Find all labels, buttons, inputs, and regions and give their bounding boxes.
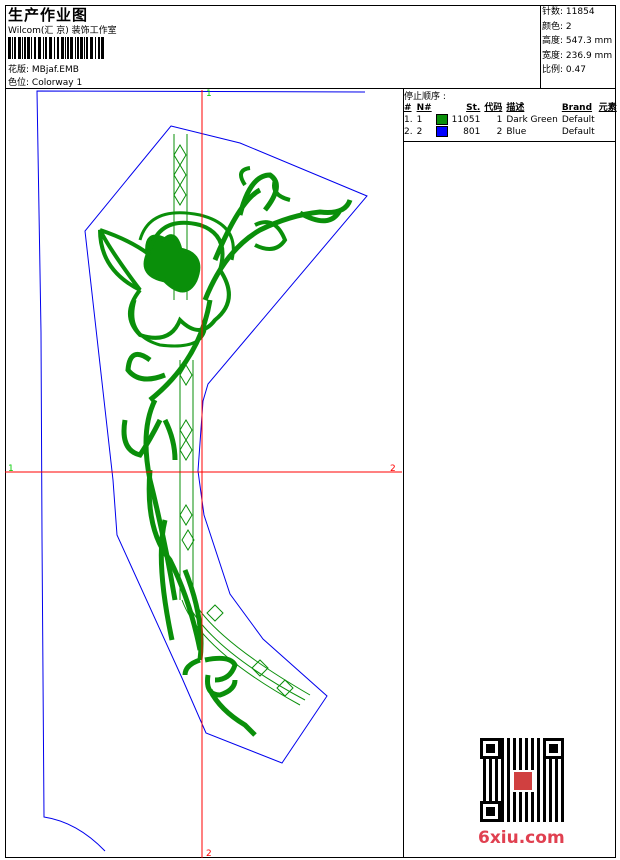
axis-label-top: 1 <box>206 89 212 99</box>
color-swatch <box>435 126 448 137</box>
color-count: 颜色: 2 <box>542 21 572 32</box>
stop-sequence-title: 停止顺序 : <box>404 92 446 102</box>
stitch-count: 针数: 11854 <box>542 7 595 17</box>
design-width: 宽度: 236.9 mm <box>542 50 613 61</box>
design-preview: 1 2 1 2 <box>5 89 402 859</box>
axis-label-left: 1 <box>8 464 14 474</box>
axis-lines <box>5 90 402 858</box>
table-row: 2. 2 801 2 Blue Default <box>404 126 595 137</box>
info-divider <box>540 5 541 88</box>
color-swatch <box>435 114 448 125</box>
stop-sequence-table: # N# St. 代码 描述 Brand 元素 1. 1 11051 1 Dark… <box>404 103 617 137</box>
embroidery-design <box>98 134 353 737</box>
design-scale: 比例: 0.47 <box>542 65 586 75</box>
table-row: 1. 1 11051 1 Dark Green Default <box>404 114 595 125</box>
qr-code <box>480 738 564 822</box>
watermark: 6xiu.com <box>478 828 565 848</box>
table-divider <box>403 141 616 142</box>
axis-label-bottom: 2 <box>206 849 212 859</box>
axis-label-right: 2 <box>390 464 396 474</box>
design-height: 高度: 547.3 mm <box>542 36 613 46</box>
design-info: 针数: 11854 颜色: 2 高度: 547.3 mm 宽度: 236.9 m… <box>542 5 612 78</box>
